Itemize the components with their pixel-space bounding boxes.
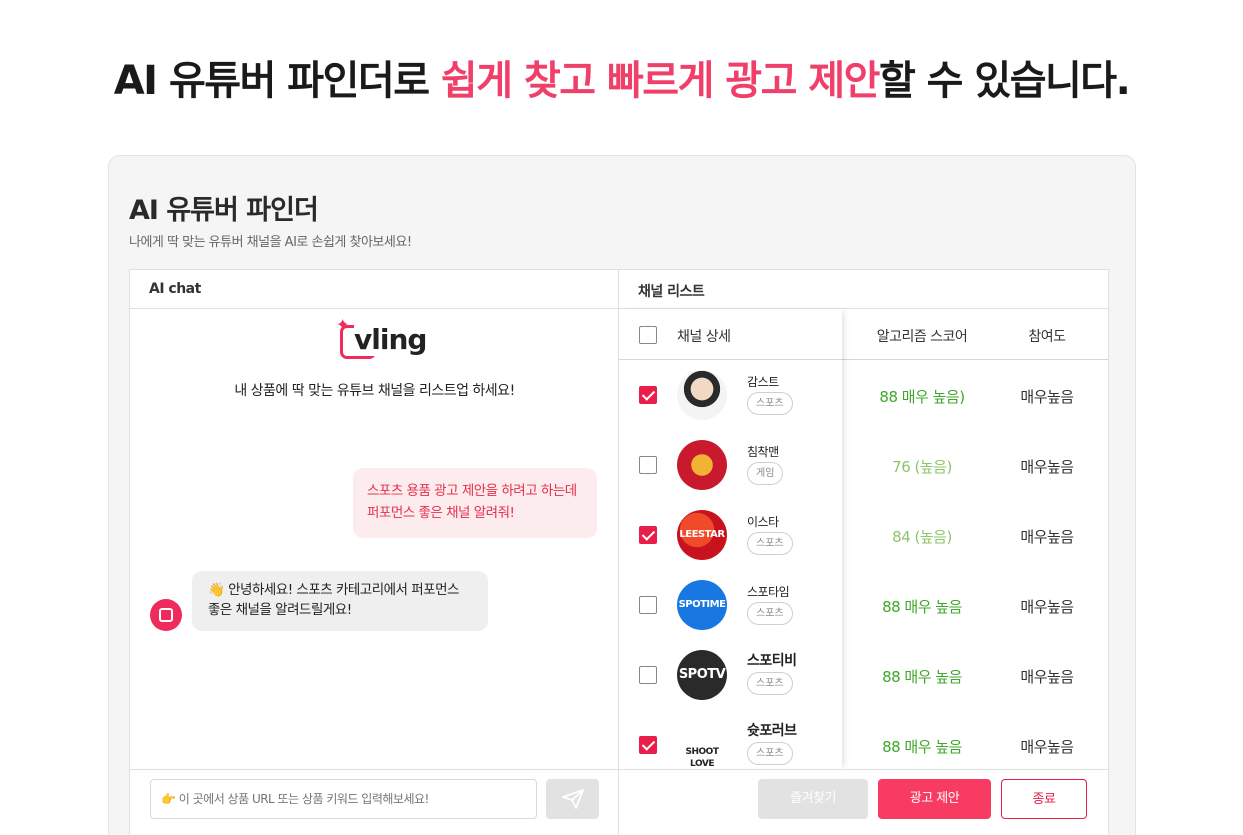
algorithm-score: 88 매우 높음 [882, 668, 962, 686]
participation-level: 매우높음 [1020, 458, 1074, 476]
table-row[interactable]: 침착맨게임 76 (높음) 매우높음 [619, 430, 1108, 500]
column-header-score: 알고리즘 스코어 [876, 329, 968, 345]
channel-avatar: SPOTIME [677, 580, 727, 630]
row-checkbox[interactable] [639, 386, 657, 404]
user-message-line: 스포츠 용품 광고 제안을 하려고 하는데 [367, 483, 577, 499]
favorite-button[interactable]: 즐겨찾기 [758, 779, 868, 819]
category-tag: 게임 [747, 462, 784, 485]
chat-input[interactable] [150, 779, 537, 819]
participation-level: 매우높음 [1020, 668, 1074, 686]
participation-level: 매우높음 [1020, 388, 1074, 406]
vling-logo: ✦ vling [336, 315, 429, 361]
category-tag: 스포츠 [747, 742, 793, 765]
channel-name[interactable]: 감스트 [747, 373, 779, 390]
channel-list-section: 채널 리스트 채널 상세 알고리즘 스코어 참여도 감스트스포츠 88 매우 높음… [619, 270, 1108, 835]
category-tag: 스포츠 [747, 532, 793, 555]
channel-list-header: 채널 리스트 [619, 270, 1108, 309]
algorithm-score: 88 매우 높음 [882, 738, 962, 756]
logo-text: vling [354, 323, 429, 356]
category-tag: 스포츠 [747, 602, 793, 625]
bot-avatar [150, 599, 182, 631]
table-row[interactable]: SPOTV 스포티비 스포츠 88 매우 높음 매우높음 [619, 640, 1108, 710]
bot-message-line: 👋 안녕하세요! 스포츠 카테고리에서 퍼포먼스 [208, 582, 459, 598]
column-header-participation: 참여도 [1028, 329, 1066, 345]
algorithm-score: 88 매우 높음 [882, 598, 962, 616]
list-action-bar: 즐겨찾기 광고 제안 종료 [619, 769, 1108, 835]
bot-message-line: 좋은 채널을 알려드릴게요! [208, 602, 352, 618]
user-message-line: 퍼포먼스 좋은 채널 알려줘! [367, 505, 515, 521]
channel-name[interactable]: 스포티비 [747, 650, 797, 670]
table-row[interactable]: LEESTAR 이스타스포츠 84 (높음) 매우높음 [619, 500, 1108, 570]
close-button[interactable]: 종료 [1001, 779, 1087, 819]
table-row[interactable]: SPOTIME 스포타임스포츠 88 매우 높음 매우높음 [619, 570, 1108, 640]
channel-name[interactable]: 스포타임 [747, 583, 790, 600]
channel-avatar [677, 370, 727, 420]
bot-message-bubble: 👋 안녕하세요! 스포츠 카테고리에서 퍼포먼스 좋은 채널을 알려드릴게요! [192, 571, 488, 631]
channel-name[interactable]: 슛포러브 [747, 720, 797, 740]
channel-avatar: LEESTAR [677, 510, 727, 560]
chat-intro: 내 상품에 딱 맞는 유튜브 채널을 리스트업 하세요! [234, 383, 515, 399]
panel-title: AI 유튜버 파인더 [129, 195, 319, 226]
send-button[interactable] [546, 779, 599, 819]
participation-level: 매우높음 [1020, 598, 1074, 616]
finder-panel: AI 유튜버 파인더 나에게 딱 맞는 유튜버 채널을 AI로 손쉽게 찾아보세… [108, 155, 1136, 835]
category-tag: 스포츠 [747, 392, 793, 415]
hero-prefix: AI 유튜버 파인더로 [113, 58, 441, 104]
channel-avatar: SPOTV [677, 650, 727, 700]
panel-subtitle: 나에게 딱 맞는 유튜버 채널을 AI로 손쉽게 찾아보세요! [129, 235, 412, 250]
table-header: 채널 상세 알고리즘 스코어 참여도 [619, 309, 1108, 360]
select-all-checkbox[interactable] [639, 326, 657, 344]
channel-name[interactable]: 이스타 [747, 513, 779, 530]
user-message-bubble: 스포츠 용품 광고 제안을 하려고 하는데 퍼포먼스 좋은 채널 알려줘! [353, 468, 597, 538]
chat-input-bar [130, 769, 618, 835]
hero-headline: AI 유튜버 파인더로 쉽게 찾고 빠르게 광고 제안할 수 있습니다. [0, 48, 1243, 106]
participation-level: 매우높음 [1020, 528, 1074, 546]
channel-name[interactable]: 침착맨 [747, 443, 779, 460]
algorithm-score: 76 (높음) [892, 458, 952, 476]
bot-logo-icon [159, 608, 173, 622]
channel-avatar: SHOOT LOVE [677, 720, 727, 770]
ai-chat-header: AI chat [130, 270, 618, 309]
hero-suffix: 할 수 있습니다. [878, 58, 1131, 104]
finder-card: AI chat ✦ vling 내 상품에 딱 맞는 유튜브 채널을 리스트업 … [129, 269, 1109, 835]
row-checkbox[interactable] [639, 596, 657, 614]
category-tag: 스포츠 [747, 672, 793, 695]
row-checkbox[interactable] [639, 456, 657, 474]
algorithm-score: 84 (높음) [892, 528, 952, 546]
ad-proposal-button[interactable]: 광고 제안 [878, 779, 991, 819]
table-row[interactable]: 감스트스포츠 88 매우 높음) 매우높음 [619, 360, 1108, 430]
row-checkbox[interactable] [639, 666, 657, 684]
hero-highlight: 쉽게 찾고 빠르게 광고 제안 [440, 58, 881, 104]
send-icon [562, 789, 584, 809]
row-checkbox[interactable] [639, 526, 657, 544]
logo-star-icon: ✦ [336, 315, 350, 334]
algorithm-score: 88 매우 높음) [879, 388, 965, 406]
column-header-detail: 채널 상세 [677, 329, 731, 345]
row-checkbox[interactable] [639, 736, 657, 754]
channel-avatar [677, 440, 727, 490]
ai-chat-section: AI chat ✦ vling 내 상품에 딱 맞는 유튜브 채널을 리스트업 … [130, 270, 619, 835]
participation-level: 매우높음 [1020, 738, 1074, 756]
